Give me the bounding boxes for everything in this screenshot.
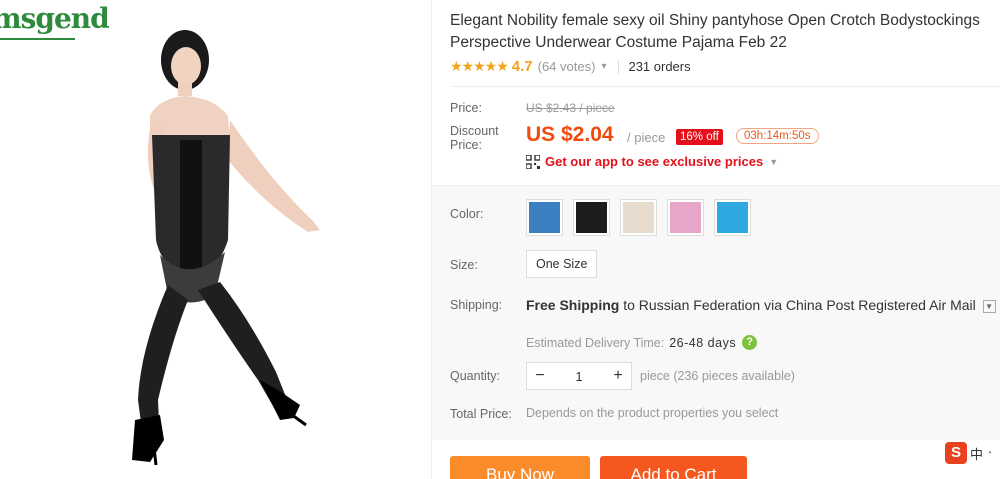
add-to-cart-button[interactable]: Add to Cart — [600, 456, 747, 479]
rating-row: ★★★★★ 4.7 (64 votes) ▾ 231 orders — [450, 58, 691, 75]
help-icon[interactable]: ? — [742, 335, 758, 350]
total-price-label: Total Price: — [450, 407, 512, 421]
quantity-input[interactable]: 1 — [553, 369, 605, 384]
ime-language-indicator[interactable]: 中 — [970, 444, 983, 463]
color-label: Color: — [450, 207, 484, 221]
total-price-note: Depends on the product properties you se… — [526, 406, 779, 420]
rating-value: 4.7 — [511, 58, 533, 75]
delivery-days: 26-48 days — [669, 335, 737, 350]
increase-button[interactable]: + — [605, 367, 631, 385]
product-title: Elegant Nobility female sexy oil Shiny p… — [450, 12, 980, 51]
product-gallery: msgend — [0, 0, 432, 479]
discount-label-line2: Price: — [450, 138, 482, 152]
ime-settings-icon[interactable]: ◔ — [986, 448, 992, 459]
product-info-panel: Elegant Nobility female sexy oil Shiny p… — [432, 0, 1000, 479]
discount-badge: 16% off — [676, 129, 723, 145]
divider — [618, 59, 620, 74]
discount-label-line1: Discount — [450, 124, 499, 138]
shipping-info: Free Shipping to Russian Federation via … — [526, 296, 1000, 314]
color-swatch-3[interactable] — [620, 199, 657, 236]
color-swatch-1[interactable] — [526, 199, 563, 236]
quantity-available: piece (236 pieces available) — [640, 369, 795, 383]
countdown-timer: 03h:14m:50s — [736, 128, 819, 144]
rating-stars-icon: ★★★★★ — [450, 58, 509, 74]
chevron-down-icon[interactable]: ▾ — [601, 61, 606, 72]
delivery-estimate: Estimated Delivery Time: 26-48 days ? — [526, 335, 758, 350]
ime-toolbar[interactable]: S 中 ◔ — [945, 442, 992, 464]
chevron-down-icon[interactable]: ▼ — [982, 299, 996, 313]
buy-now-button[interactable]: Buy Now — [450, 456, 590, 479]
quantity-stepper: − 1 + — [526, 362, 632, 390]
color-swatch-5[interactable] — [714, 199, 751, 236]
brand-underline — [0, 38, 75, 40]
size-option-button[interactable]: One Size — [526, 250, 598, 278]
color-swatches — [526, 199, 751, 236]
shipping-label: Shipping: — [450, 298, 503, 312]
size-label: Size: — [450, 258, 478, 272]
caret-down-icon: ▼ — [769, 156, 779, 167]
shipping-free: Free Shipping — [526, 297, 620, 313]
product-image[interactable] — [80, 20, 340, 475]
discount-price: US $2.04 — [526, 123, 614, 146]
app-promo-link[interactable]: Get our app to see exclusive prices ▼ — [526, 154, 778, 169]
votes-count[interactable]: (64 votes) — [538, 59, 596, 74]
divider — [450, 86, 1000, 87]
color-swatch-4[interactable] — [667, 199, 704, 236]
decrease-button[interactable]: − — [527, 367, 553, 385]
sogou-ime-icon[interactable]: S — [945, 442, 967, 464]
quantity-label: Quantity: — [450, 369, 501, 383]
app-promo-text: Get our app to see exclusive prices — [545, 154, 764, 169]
price-unit: / piece — [627, 130, 666, 145]
discount-label: Discount Price: — [450, 124, 499, 152]
price-label: Price: — [450, 101, 482, 115]
color-swatch-2[interactable] — [573, 199, 610, 236]
orders-count: 231 orders — [628, 59, 691, 74]
shipping-destination: to Russian Federation via China Post Reg… — [623, 297, 976, 313]
delivery-label: Estimated Delivery Time: — [526, 335, 665, 350]
original-price: US $2.43 / piece — [526, 101, 615, 115]
qr-code-icon — [526, 154, 540, 169]
